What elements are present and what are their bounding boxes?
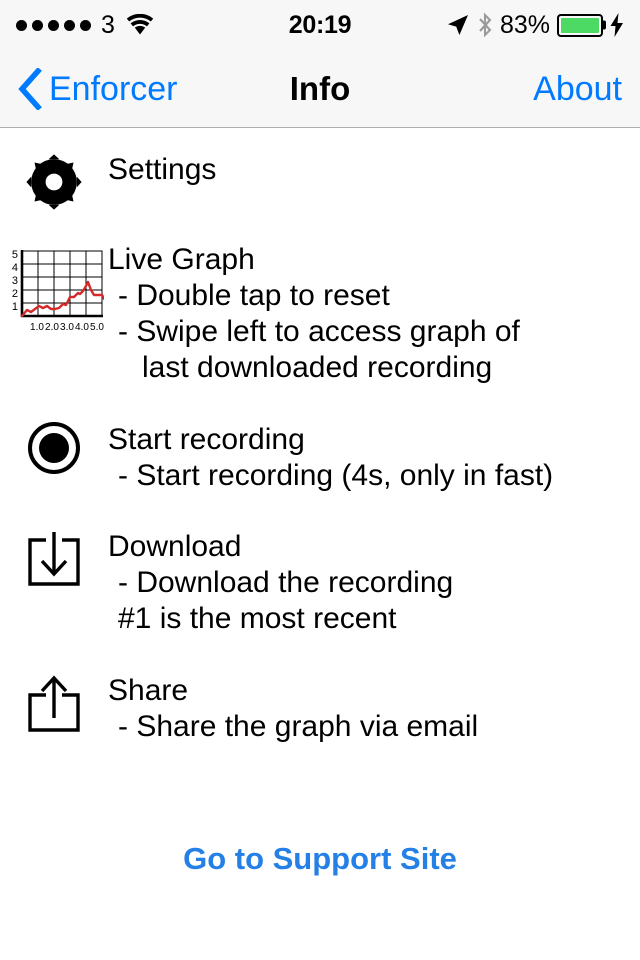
live-graph-detail-2: - Swipe left to access graph of [118, 315, 520, 348]
svg-text:3.0: 3.0 [60, 322, 74, 333]
info-row-live-graph: 5 4 3 2 1 1.0 2.0 3.0 4.0 5.0 Live Graph… [0, 240, 640, 386]
share-title: Share [108, 674, 189, 707]
live-graph-detail-1: - Double tap to reset [118, 279, 390, 312]
start-recording-text-cell: Start recording - Start recording (4s, o… [108, 420, 553, 494]
back-button[interactable]: Enforcer [18, 67, 178, 110]
record-icon-cell [0, 420, 108, 474]
battery-cap [603, 20, 606, 30]
svg-text:4.0: 4.0 [75, 322, 89, 333]
download-icon [28, 532, 80, 586]
settings-icon-cell [0, 150, 108, 212]
svg-text:2: 2 [12, 288, 18, 300]
share-icon [28, 675, 80, 732]
battery-fill [561, 17, 599, 33]
lightning-bolt-icon [610, 13, 623, 37]
back-button-label: Enforcer [49, 69, 178, 108]
svg-text:4: 4 [12, 262, 18, 274]
battery-percentage-label: 83% [499, 10, 550, 39]
info-row-download: Download - Download the recording #1 is … [0, 527, 640, 637]
live-graph-detail-3: last downloaded recording [142, 351, 493, 384]
download-detail-2: #1 is the most recent [118, 602, 397, 635]
download-text-cell: Download - Download the recording #1 is … [108, 527, 453, 637]
start-recording-title: Start recording [108, 423, 305, 456]
record-icon [28, 422, 80, 474]
download-icon-cell [0, 527, 108, 591]
chevron-left-icon [18, 67, 42, 110]
live-graph-icon-cell: 5 4 3 2 1 1.0 2.0 3.0 4.0 5.0 [0, 240, 108, 334]
line-chart-icon: 5 4 3 2 1 1.0 2.0 3.0 4.0 5.0 [12, 249, 104, 333]
share-detail-1: - Share the graph via email [118, 710, 479, 743]
share-icon-cell [0, 671, 108, 735]
wifi-icon [126, 14, 154, 35]
svg-text:5: 5 [12, 249, 18, 261]
battery-icon [557, 13, 606, 37]
svg-text:2.0: 2.0 [45, 322, 59, 333]
about-button[interactable]: About [533, 72, 622, 106]
svg-text:3: 3 [12, 275, 18, 287]
download-detail-1: - Download the recording [118, 566, 454, 599]
location-arrow-icon [447, 15, 468, 35]
bluetooth-icon [479, 12, 492, 38]
carrier-label: 3 [101, 10, 115, 39]
navigation-bar: Enforcer Info About [0, 50, 640, 128]
settings-text-cell: Settings [108, 150, 216, 188]
info-row-share: Share - Share the graph via email [0, 671, 640, 745]
svg-text:1.0: 1.0 [30, 322, 44, 333]
status-bar-left: 3 [16, 10, 154, 39]
info-row-start-recording: Start recording - Start recording (4s, o… [0, 420, 640, 494]
share-text-cell: Share - Share the graph via email [108, 671, 478, 745]
settings-title: Settings [108, 153, 217, 186]
info-content: Settings 5 4 3 2 1 1.0 2.0 3.0 4.0 5.0 L… [0, 128, 640, 877]
live-graph-text-cell: Live Graph - Double tap to reset - Swipe… [108, 240, 520, 386]
svg-text:1: 1 [12, 301, 18, 313]
live-graph-title: Live Graph [108, 243, 255, 276]
download-title: Download [108, 530, 242, 563]
support-link-container: Go to Support Site [0, 841, 640, 877]
go-to-support-site-link[interactable]: Go to Support Site [183, 841, 457, 877]
status-bar: 3 20:19 83% [0, 0, 640, 50]
start-recording-detail-1: - Start recording (4s, only in fast) [118, 459, 554, 492]
info-row-settings: Settings [0, 150, 640, 212]
status-bar-right: 83% [446, 12, 624, 38]
svg-text:5.0: 5.0 [90, 322, 104, 333]
gear-icon [26, 154, 82, 210]
signal-strength-icon [16, 19, 91, 31]
